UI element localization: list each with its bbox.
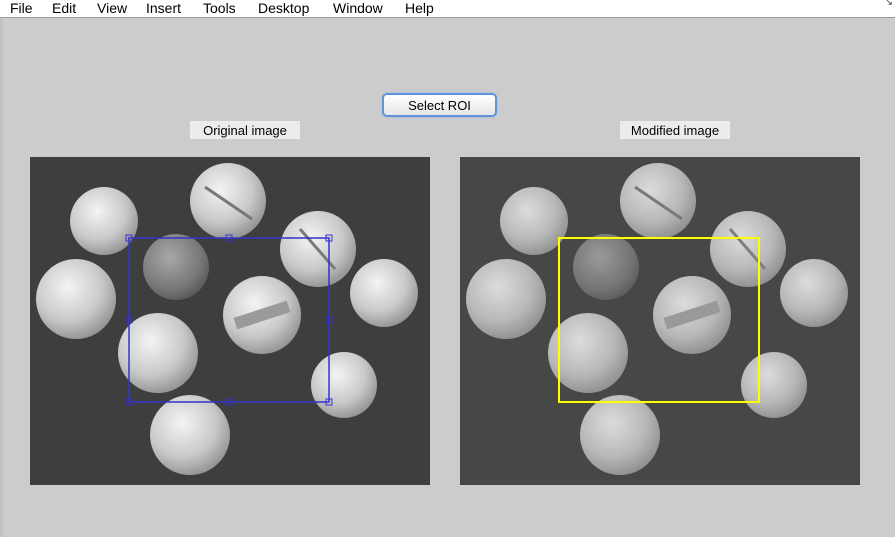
modified-image-label: Modified image bbox=[620, 121, 730, 139]
menu-insert[interactable]: Insert bbox=[146, 0, 181, 17]
original-image bbox=[30, 157, 430, 485]
coin bbox=[350, 259, 418, 327]
resize-arrow-icon[interactable]: ↘ bbox=[885, 0, 893, 8]
coin bbox=[36, 259, 116, 339]
window-edge bbox=[0, 18, 3, 537]
coin bbox=[573, 234, 639, 300]
coin bbox=[70, 187, 138, 255]
menu-help[interactable]: Help bbox=[405, 0, 434, 17]
menu-file[interactable]: File bbox=[10, 0, 33, 17]
original-image-label: Original image bbox=[190, 121, 300, 139]
coin bbox=[780, 259, 848, 327]
menu-view[interactable]: View bbox=[97, 0, 127, 17]
coin bbox=[500, 187, 568, 255]
menu-window[interactable]: Window bbox=[333, 0, 383, 17]
menu-desktop[interactable]: Desktop bbox=[258, 0, 309, 17]
coin bbox=[150, 395, 230, 475]
coin bbox=[143, 234, 209, 300]
coin bbox=[580, 395, 660, 475]
modified-image-axes[interactable] bbox=[460, 157, 860, 485]
coin bbox=[118, 313, 198, 393]
menu-edit[interactable]: Edit bbox=[52, 0, 76, 17]
coin bbox=[311, 352, 377, 418]
coin bbox=[466, 259, 546, 339]
modified-image bbox=[460, 157, 860, 485]
select-roi-button[interactable]: Select ROI bbox=[382, 93, 497, 117]
coin bbox=[741, 352, 807, 418]
menu-bar: File Edit View Insert Tools Desktop Wind… bbox=[0, 0, 895, 18]
original-image-axes[interactable] bbox=[30, 157, 430, 485]
menu-tools[interactable]: Tools bbox=[203, 0, 236, 17]
